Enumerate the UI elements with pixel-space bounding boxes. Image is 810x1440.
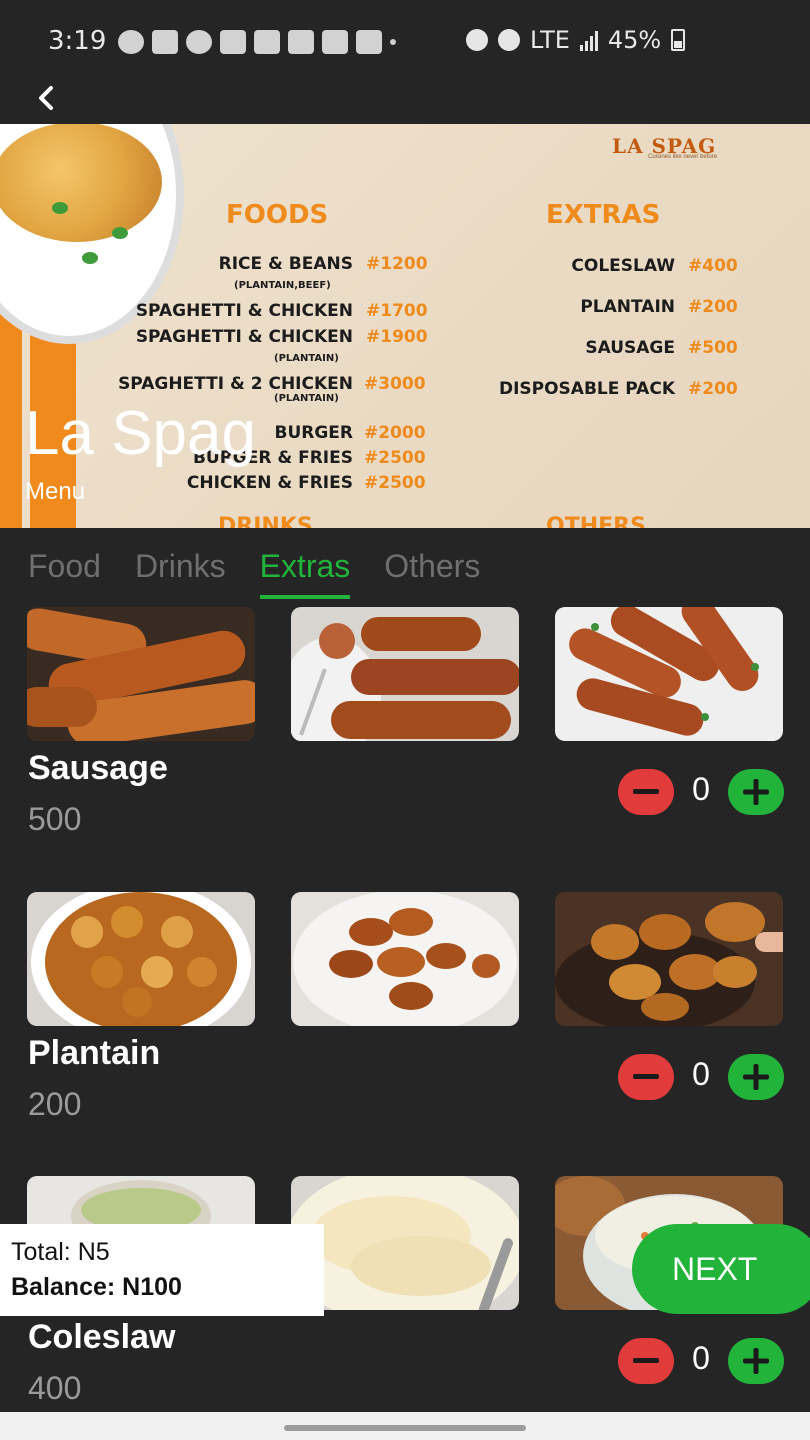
more-dot-icon bbox=[390, 39, 396, 45]
board-food-price: #3000 bbox=[364, 374, 426, 394]
quantity-stepper: 0 bbox=[618, 769, 784, 815]
board-food-price: #2500 bbox=[364, 448, 426, 468]
board-extras-heading: EXTRAS bbox=[546, 200, 661, 230]
item-name: Sausage bbox=[28, 749, 168, 787]
decrease-button[interactable] bbox=[618, 769, 674, 815]
tab-others[interactable]: Others bbox=[384, 548, 480, 599]
plus-icon bbox=[743, 779, 769, 805]
decrease-button[interactable] bbox=[618, 1054, 674, 1100]
item-price: 200 bbox=[28, 1086, 82, 1122]
sausage-image bbox=[555, 607, 783, 741]
board-extra-name: SAUSAGE bbox=[585, 338, 675, 358]
battery-icon bbox=[671, 29, 686, 51]
battery-percent: 45% bbox=[607, 26, 662, 54]
board-food-note: (PLANTAIN) bbox=[274, 393, 339, 404]
menu-item-plantain: Plantain 200 0 bbox=[0, 892, 810, 1162]
tab-drinks[interactable]: Drinks bbox=[135, 548, 226, 599]
plus-icon bbox=[743, 1064, 769, 1090]
gallery-icon bbox=[254, 30, 280, 54]
board-food-name: RICE & BEANS bbox=[218, 254, 353, 274]
increase-button[interactable] bbox=[728, 1338, 784, 1384]
plantain-image bbox=[27, 892, 255, 1026]
restaurant-subtitle: Menu bbox=[25, 478, 86, 505]
quantity-value: 0 bbox=[692, 771, 710, 807]
item-price: 500 bbox=[28, 801, 82, 837]
board-food-name: BURGER bbox=[274, 423, 353, 443]
system-icons: LTE 45% bbox=[466, 26, 686, 54]
chevron-left-icon bbox=[39, 86, 53, 110]
order-total: Total: N5 bbox=[11, 1238, 110, 1266]
board-extra-name: DISPOSABLE PACK bbox=[498, 379, 675, 399]
item-name: Plantain bbox=[28, 1034, 161, 1072]
next-button[interactable]: NEXT bbox=[632, 1224, 810, 1314]
board-food-price: #1200 bbox=[366, 254, 428, 274]
board-food-price: #2000 bbox=[364, 423, 426, 443]
bell-icon bbox=[186, 30, 212, 54]
quantity-value: 0 bbox=[692, 1056, 710, 1092]
board-food-price: #2500 bbox=[364, 473, 426, 493]
tab-extras[interactable]: Extras bbox=[259, 548, 351, 599]
gallery-icon bbox=[356, 30, 382, 54]
board-food-name: SPAGHETTI & CHICKEN bbox=[135, 327, 353, 347]
item-name: Coleslaw bbox=[28, 1318, 176, 1356]
board-extra-name: COLESLAW bbox=[571, 256, 675, 276]
grid-icon bbox=[220, 30, 246, 54]
status-time: 3:19 bbox=[48, 26, 107, 56]
increase-button[interactable] bbox=[728, 1054, 784, 1100]
minus-icon bbox=[633, 1074, 659, 1079]
board-food-name: SPAGHETTI & 2 CHICKEN bbox=[118, 374, 353, 394]
gallery-icon bbox=[322, 30, 348, 54]
status-bar: 3:19 LTE 45% bbox=[0, 0, 810, 80]
board-food-price: #1900 bbox=[366, 327, 428, 347]
board-food-name: SPAGHETTI & CHICKEN bbox=[135, 301, 353, 321]
tab-food[interactable]: Food bbox=[28, 548, 101, 599]
board-food-name: CHICKEN & FRIES bbox=[186, 473, 353, 493]
order-summary: Total: N5 Balance: N100 bbox=[0, 1224, 324, 1316]
board-extra-price: #400 bbox=[688, 256, 738, 276]
linkedin-icon bbox=[288, 30, 314, 54]
minus-icon bbox=[633, 1358, 659, 1363]
board-food-note: (PLANTAIN,BEEF) bbox=[234, 280, 331, 291]
plantain-image bbox=[555, 892, 783, 1026]
app-icon bbox=[152, 30, 178, 54]
quantity-stepper: 0 bbox=[618, 1054, 784, 1100]
board-others-heading: OTHERS bbox=[546, 514, 646, 528]
wallet-balance: Balance: N100 bbox=[11, 1273, 182, 1301]
nfc-icon bbox=[466, 29, 488, 51]
network-label: LTE bbox=[530, 26, 570, 54]
plus-icon bbox=[743, 1348, 769, 1374]
quantity-stepper: 0 bbox=[618, 1338, 784, 1384]
category-tabs: Food Drinks Extras Others bbox=[28, 548, 480, 599]
sausage-image bbox=[291, 607, 519, 741]
board-extra-price: #200 bbox=[688, 297, 738, 317]
restaurant-name: La Spag bbox=[25, 399, 256, 468]
notification-icons bbox=[118, 30, 396, 54]
board-extra-name: PLANTAIN bbox=[580, 297, 675, 317]
board-food-price: #1700 bbox=[366, 301, 428, 321]
quantity-value: 0 bbox=[692, 1340, 710, 1376]
minus-icon bbox=[633, 789, 659, 794]
board-drinks-heading: DRINKS bbox=[218, 514, 313, 528]
chat-icon bbox=[118, 30, 144, 54]
board-extra-price: #200 bbox=[688, 379, 738, 399]
decrease-button[interactable] bbox=[618, 1338, 674, 1384]
board-food-note: (PLANTAIN) bbox=[274, 353, 339, 364]
plantain-image bbox=[291, 892, 519, 1026]
back-button[interactable] bbox=[26, 78, 66, 118]
item-price: 400 bbox=[28, 1370, 82, 1406]
board-extra-price: #500 bbox=[688, 338, 738, 358]
sausage-image bbox=[27, 607, 255, 741]
alarm-icon bbox=[498, 29, 520, 51]
coleslaw-image bbox=[291, 1176, 519, 1310]
increase-button[interactable] bbox=[728, 769, 784, 815]
home-gesture-handle[interactable] bbox=[284, 1425, 526, 1431]
board-foods-heading: FOODS bbox=[226, 200, 329, 230]
logo-tagline: Cuisines like never before bbox=[648, 154, 718, 160]
menu-item-sausage: Sausage 500 0 bbox=[0, 607, 810, 877]
signal-icon bbox=[579, 29, 598, 51]
